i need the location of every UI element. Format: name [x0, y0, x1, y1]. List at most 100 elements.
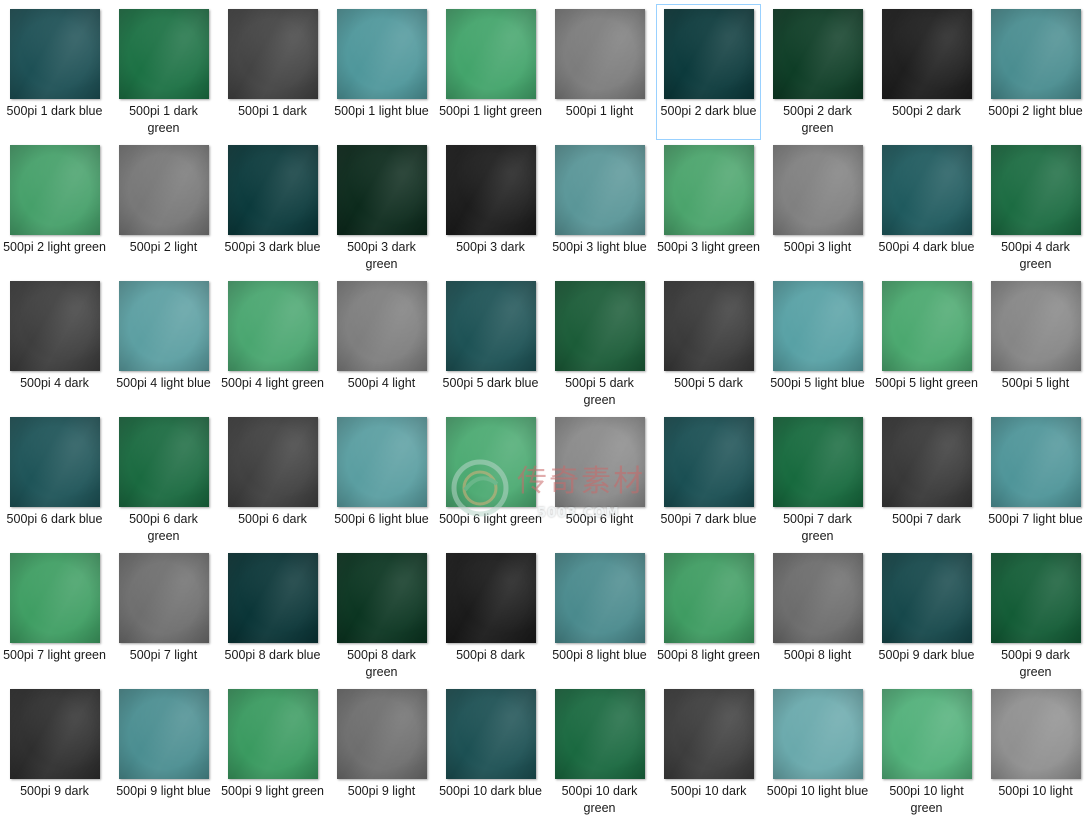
file-item[interactable]: 500pi 1 dark green: [111, 4, 216, 140]
file-item[interactable]: 500pi 8 dark: [438, 548, 543, 684]
file-thumbnail: [119, 689, 209, 779]
file-item[interactable]: 500pi 10 dark blue: [438, 684, 543, 820]
thumbnail-texture: [10, 281, 100, 371]
file-item[interactable]: 500pi 8 dark blue: [220, 548, 325, 684]
file-item[interactable]: 500pi 10 dark: [656, 684, 761, 820]
file-item[interactable]: 500pi 4 dark green: [983, 140, 1087, 276]
file-item[interactable]: 500pi 10 light green: [874, 684, 979, 820]
file-item[interactable]: 500pi 7 dark blue: [656, 412, 761, 548]
file-item[interactable]: 500pi 2 dark green: [765, 4, 870, 140]
thumbnail-texture: [555, 145, 645, 235]
file-thumbnail: [991, 145, 1081, 235]
file-item[interactable]: 500pi 6 dark green: [111, 412, 216, 548]
file-item[interactable]: 500pi 7 light green: [2, 548, 107, 684]
thumbnail-texture: [882, 553, 972, 643]
file-item[interactable]: 500pi 2 light green: [2, 140, 107, 276]
file-name: 500pi 3 dark: [456, 240, 525, 254]
file-item[interactable]: 500pi 5 dark: [656, 276, 761, 412]
file-thumbnail: [228, 9, 318, 99]
file-item[interactable]: 500pi 6 dark: [220, 412, 325, 548]
file-name: 500pi 6 dark green: [129, 512, 198, 543]
file-item[interactable]: 500pi 3 dark green: [329, 140, 434, 276]
file-thumbnail: [119, 553, 209, 643]
file-name: 500pi 9 dark blue: [878, 648, 975, 662]
file-item[interactable]: 500pi 6 dark blue: [2, 412, 107, 548]
file-item[interactable]: 500pi 8 light blue: [547, 548, 652, 684]
file-item[interactable]: 500pi 4 dark: [2, 276, 107, 412]
thumbnail-texture: [882, 281, 972, 371]
file-item[interactable]: 500pi 5 dark blue: [438, 276, 543, 412]
file-item[interactable]: 500pi 7 light blue: [983, 412, 1087, 548]
file-item[interactable]: 500pi 6 light blue: [329, 412, 434, 548]
file-item[interactable]: 500pi 6 light green: [438, 412, 543, 548]
file-thumbnail: [773, 689, 863, 779]
file-item[interactable]: 500pi 1 light: [547, 4, 652, 140]
file-thumbnail: [337, 689, 427, 779]
file-item[interactable]: 500pi 3 dark blue: [220, 140, 325, 276]
file-item[interactable]: 500pi 4 light blue: [111, 276, 216, 412]
file-name: 500pi 10 light: [998, 784, 1073, 798]
file-item[interactable]: 500pi 2 light: [111, 140, 216, 276]
thumbnail-texture: [882, 145, 972, 235]
file-name: 500pi 2 dark: [892, 104, 961, 118]
file-item[interactable]: 500pi 1 dark blue: [2, 4, 107, 140]
file-thumbnail: [664, 553, 754, 643]
file-item[interactable]: 500pi 10 light blue: [765, 684, 870, 820]
file-item[interactable]: 500pi 8 light green: [656, 548, 761, 684]
file-item[interactable]: 500pi 8 dark green: [329, 548, 434, 684]
file-item[interactable]: 500pi 10 light: [983, 684, 1087, 820]
thumbnail-texture: [991, 417, 1081, 507]
file-name: 500pi 8 light blue: [552, 648, 647, 662]
file-name: 500pi 6 dark: [238, 512, 307, 526]
file-name: 500pi 7 dark: [892, 512, 961, 526]
file-item[interactable]: 500pi 2 dark: [874, 4, 979, 140]
file-item[interactable]: 500pi 6 light: [547, 412, 652, 548]
file-thumbnail: [228, 281, 318, 371]
thumbnail-texture: [773, 417, 863, 507]
file-item[interactable]: 500pi 4 light green: [220, 276, 325, 412]
file-item[interactable]: 500pi 4 dark blue: [874, 140, 979, 276]
file-item[interactable]: 500pi 7 dark green: [765, 412, 870, 548]
thumbnail-texture: [664, 281, 754, 371]
thumbnail-texture: [228, 145, 318, 235]
file-thumbnail: [119, 281, 209, 371]
file-item[interactable]: 500pi 5 light: [983, 276, 1087, 412]
file-item[interactable]: 500pi 8 light: [765, 548, 870, 684]
file-item[interactable]: 500pi 3 light green: [656, 140, 761, 276]
file-item[interactable]: 500pi 2 dark blue: [656, 4, 761, 140]
file-thumbnail: [555, 281, 645, 371]
file-item[interactable]: 500pi 9 light green: [220, 684, 325, 820]
file-item[interactable]: 500pi 9 light: [329, 684, 434, 820]
file-name: 500pi 7 light green: [3, 648, 106, 662]
file-thumbnail: [10, 9, 100, 99]
file-item[interactable]: 500pi 2 light blue: [983, 4, 1087, 140]
file-name: 500pi 1 light green: [439, 104, 542, 118]
file-item[interactable]: 500pi 3 light: [765, 140, 870, 276]
file-item[interactable]: 500pi 3 dark: [438, 140, 543, 276]
file-item[interactable]: 500pi 4 light: [329, 276, 434, 412]
file-item[interactable]: 500pi 9 light blue: [111, 684, 216, 820]
file-item[interactable]: 500pi 3 light blue: [547, 140, 652, 276]
thumbnail-texture: [664, 689, 754, 779]
file-item[interactable]: 500pi 1 light blue: [329, 4, 434, 140]
file-item[interactable]: 500pi 7 dark: [874, 412, 979, 548]
file-name: 500pi 2 dark blue: [660, 104, 757, 118]
thumbnail-texture: [555, 417, 645, 507]
file-name: 500pi 10 light green: [889, 784, 964, 815]
thumbnail-texture: [446, 553, 536, 643]
file-item[interactable]: 500pi 5 light green: [874, 276, 979, 412]
file-item[interactable]: 500pi 1 light green: [438, 4, 543, 140]
file-thumbnail: [991, 281, 1081, 371]
file-item[interactable]: 500pi 10 dark green: [547, 684, 652, 820]
file-name: 500pi 9 light blue: [116, 784, 211, 798]
file-item[interactable]: 500pi 9 dark green: [983, 548, 1087, 684]
file-item[interactable]: 500pi 5 light blue: [765, 276, 870, 412]
file-name: 500pi 3 dark blue: [224, 240, 321, 254]
file-item[interactable]: 500pi 7 light: [111, 548, 216, 684]
file-item[interactable]: 500pi 5 dark green: [547, 276, 652, 412]
file-name: 500pi 7 light: [129, 648, 198, 662]
file-thumbnail: [10, 689, 100, 779]
file-item[interactable]: 500pi 9 dark: [2, 684, 107, 820]
file-item[interactable]: 500pi 9 dark blue: [874, 548, 979, 684]
file-item[interactable]: 500pi 1 dark: [220, 4, 325, 140]
